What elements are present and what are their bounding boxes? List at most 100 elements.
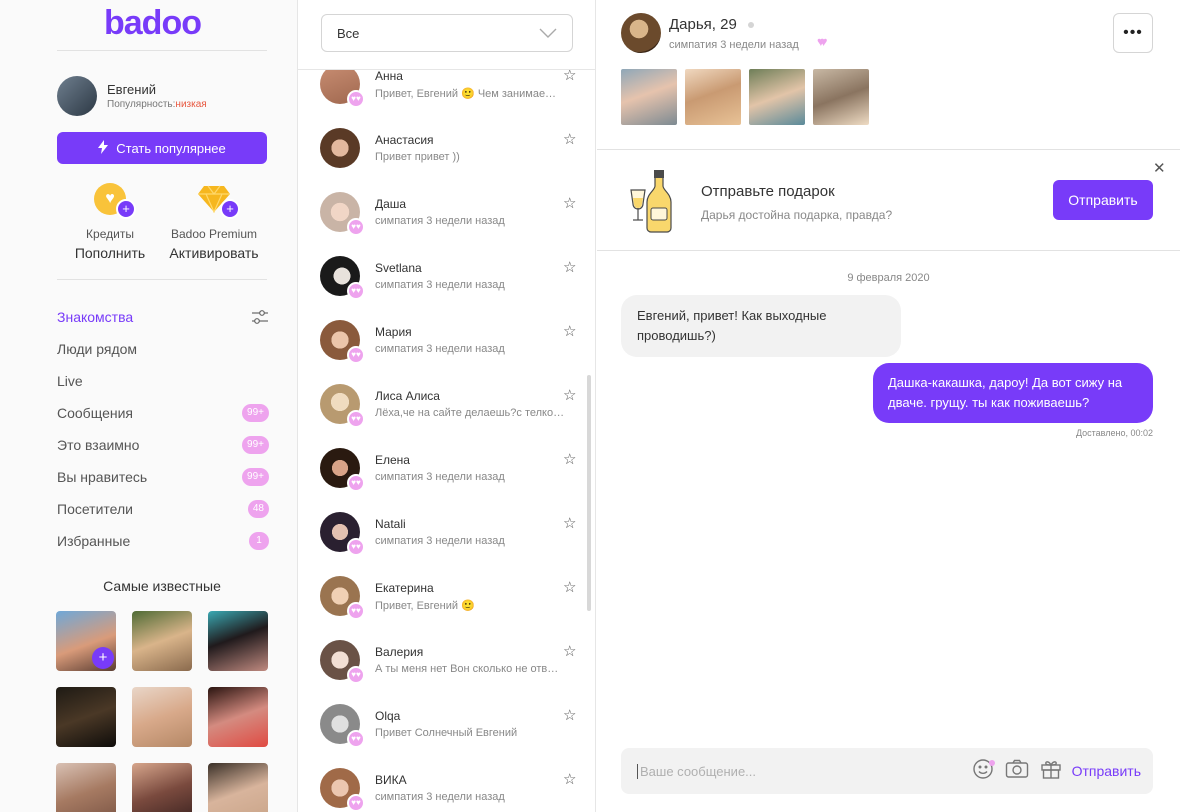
lightning-icon <box>98 139 109 157</box>
contact-name: Даша <box>375 197 407 211</box>
incoming-message: Евгений, привет! Как выходные проводишь?… <box>621 295 901 357</box>
star-icon[interactable]: ☆ <box>563 386 576 404</box>
conversation-filter-select[interactable]: Все <box>321 14 573 52</box>
conversation-item[interactable]: ♥♥ Olqa Привет Солнечный Евгений ☆ <box>298 692 588 756</box>
conversation-item[interactable]: Анастасия Привет привет )) ☆ <box>298 116 588 180</box>
contact-avatar <box>320 128 360 168</box>
profile-photo[interactable] <box>749 69 805 125</box>
popularity-status: Популярность:низкая <box>107 99 207 110</box>
more-options-button[interactable]: ••• <box>1113 13 1153 53</box>
conversation-item[interactable]: ♥♥ Елена симпатия 3 недели назад ☆ <box>298 436 588 500</box>
last-message: Привет, Евгений 🙂 <box>375 600 475 612</box>
heart-badge-icon: ♥♥ <box>347 474 365 492</box>
last-message: симпатия 3 недели назад <box>375 791 505 803</box>
famous-thumb[interactable] <box>132 611 192 671</box>
nav-messages[interactable]: Сообщения 99+ <box>57 403 269 423</box>
conversation-item[interactable]: ♥♥ Natali симпатия 3 недели назад ☆ <box>298 500 588 564</box>
star-icon[interactable]: ☆ <box>563 578 576 596</box>
star-icon[interactable]: ☆ <box>563 514 576 532</box>
famous-thumb[interactable] <box>208 611 268 671</box>
star-icon[interactable]: ☆ <box>563 642 576 660</box>
contact-name: Анна <box>375 69 403 83</box>
divider <box>597 149 1180 150</box>
chat-contact-avatar[interactable] <box>621 13 661 53</box>
nav-visitors[interactable]: Посетители 48 <box>57 499 269 519</box>
send-gift-button[interactable]: Отправить <box>1053 180 1153 220</box>
contact-name: Natali <box>375 517 406 531</box>
contact-name: Валерия <box>375 645 424 659</box>
list-header: Все <box>298 0 595 70</box>
premium-service[interactable]: + Badoo Premium Активировать <box>164 183 264 261</box>
star-icon[interactable]: ☆ <box>563 194 576 212</box>
famous-thumb[interactable] <box>132 763 192 812</box>
last-message: симпатия 3 недели назад <box>375 215 505 227</box>
outgoing-message: Дашка-какашка, дароу! Да вот сижу на два… <box>873 363 1153 423</box>
nav-people-nearby[interactable]: Люди рядом <box>57 339 269 359</box>
famous-thumb[interactable] <box>208 763 268 812</box>
conversation-item[interactable]: ♥♥ Мария симпатия 3 недели назад ☆ <box>298 308 588 372</box>
premium-activate-link[interactable]: Активировать <box>164 245 264 261</box>
heart-badge-icon: ♥♥ <box>347 282 365 300</box>
badoo-logo[interactable]: badoo <box>104 4 202 43</box>
famous-thumb[interactable] <box>56 763 116 812</box>
chat-contact-subtitle: симпатия 3 недели назад <box>669 39 799 51</box>
photo-button[interactable] <box>1004 758 1030 784</box>
credits-service[interactable]: ♥ + Кредиты Пополнить <box>60 183 160 261</box>
conversation-item[interactable]: ♥♥ Екатерина Привет, Евгений 🙂 ☆ <box>298 564 588 628</box>
contact-name: ВИКА <box>375 773 407 787</box>
conversation-item[interactable]: ♥♥ Svetlana симпатия 3 недели назад ☆ <box>298 244 588 308</box>
close-icon[interactable]: ✕ <box>1153 159 1166 177</box>
famous-thumb[interactable] <box>132 687 192 747</box>
star-icon[interactable]: ☆ <box>563 322 576 340</box>
profile-photo[interactable] <box>621 69 677 125</box>
nav-liked-you[interactable]: Вы нравитесь 99+ <box>57 467 269 487</box>
profile-photo[interactable] <box>813 69 869 125</box>
delivery-status: Доставлено, 00:02 <box>1075 428 1153 438</box>
list-scrollbar[interactable] <box>587 375 591 611</box>
message-input[interactable] <box>637 763 962 779</box>
filter-settings-icon[interactable] <box>251 308 269 326</box>
user-name[interactable]: Евгений <box>107 82 156 97</box>
count-badge: 99+ <box>242 436 269 454</box>
nav-mutual-label: Это взаимно <box>57 437 140 453</box>
gift-button[interactable] <box>1038 758 1064 784</box>
conversation-item[interactable]: ♥♥ Валерия А ты меня нет Вон сколько не от… <box>298 628 588 692</box>
credits-topup-link[interactable]: Пополнить <box>60 245 160 261</box>
become-popular-button[interactable]: Стать популярнее <box>57 132 267 164</box>
credits-title: Кредиты <box>86 227 134 241</box>
premium-title: Badoo Premium <box>170 227 258 241</box>
plus-icon[interactable]: + <box>92 647 114 669</box>
star-icon[interactable]: ☆ <box>563 130 576 148</box>
star-icon[interactable]: ☆ <box>563 706 576 724</box>
star-icon[interactable]: ☆ <box>563 770 576 788</box>
gift-subtitle: Дарья достойна подарка, правда? <box>701 208 893 222</box>
star-icon[interactable]: ☆ <box>563 450 576 468</box>
famous-thumb[interactable]: + <box>56 611 116 671</box>
last-message: симпатия 3 недели назад <box>375 471 505 483</box>
become-popular-label: Стать популярнее <box>116 140 226 156</box>
heart-badge-icon: ♥♥ <box>347 90 365 108</box>
famous-thumb[interactable] <box>208 687 268 747</box>
nav-mutual[interactable]: Это взаимно 99+ <box>57 435 269 455</box>
conversation-item[interactable]: ♥♥ ВИКА симпатия 3 недели назад ☆ <box>298 756 588 812</box>
star-icon[interactable]: ☆ <box>563 258 576 276</box>
conversation-item[interactable]: ♥♥ Даша симпатия 3 недели назад ☆ <box>298 180 588 244</box>
famous-thumb[interactable] <box>56 687 116 747</box>
profile-photo[interactable] <box>685 69 741 125</box>
last-message: симпатия 3 недели назад <box>375 279 505 291</box>
nav-favorites[interactable]: Избранные 1 <box>57 531 269 551</box>
emoji-button[interactable] <box>970 758 996 784</box>
nav-liked-you-label: Вы нравитесь <box>57 469 148 485</box>
notification-dot <box>988 760 995 766</box>
last-message: Привет, Евгений 🙂 Чем занимае… <box>375 88 557 100</box>
mutual-hearts-icon: ♥♥ <box>817 34 828 49</box>
nav-visitors-label: Посетители <box>57 501 133 517</box>
nav-encounters[interactable]: Знакомства <box>57 307 269 327</box>
heart-badge-icon: ♥♥ <box>347 538 365 556</box>
user-avatar[interactable] <box>57 76 97 116</box>
send-message-button[interactable]: Отправить <box>1072 763 1141 779</box>
chat-contact-name[interactable]: Дарья, 29 <box>669 16 737 33</box>
divider <box>57 279 267 280</box>
conversation-item[interactable]: ♥♥ Лиса Алиса Лёха,че на сайте делаешь?с т… <box>298 372 588 436</box>
nav-live[interactable]: Live <box>57 371 269 391</box>
